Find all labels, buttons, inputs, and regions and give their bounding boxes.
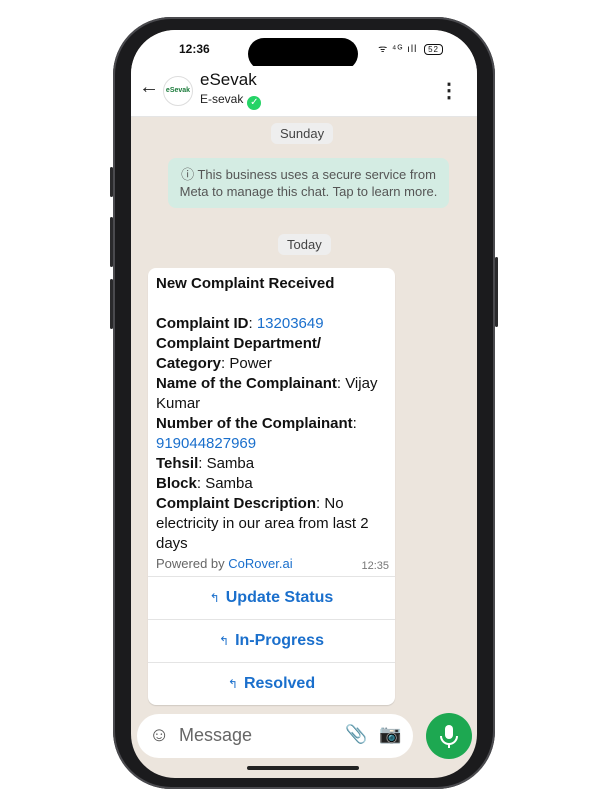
microphone-button[interactable] [426,713,472,759]
phone-screen: 12:36 ᯤ ⁴ᴳ ıll 52 ← eSevak eSevak E-seva… [131,30,477,778]
contact-subtitle: E-sevak ✓ [200,92,262,110]
complainant-number-label: Number of the Complainant [156,415,353,432]
back-arrow-icon[interactable]: ← [139,76,159,99]
reply-icon: ↰ [227,677,238,691]
home-indicator [247,766,359,770]
complainant-number-link[interactable]: 919044827969 [156,435,256,452]
encryption-notice[interactable]: ⓘ This business uses a secure service fr… [168,158,449,208]
quick-reply-label: Update Status [225,589,334,606]
message-title: New Complaint Received [156,275,335,292]
powered-by-text: Powered by [156,556,225,571]
department-value: Power [229,355,272,372]
description-label: Complaint Description [156,495,317,512]
quick-reply-label: In-Progress [235,632,324,649]
contact-name[interactable]: eSevak [200,70,257,90]
complaint-id-label: Complaint ID [156,315,249,332]
status-time: 12:36 [179,42,210,56]
chat-header: ← eSevak eSevak E-sevak ✓ ⋮ [131,66,477,117]
complaint-id-link[interactable]: 13203649 [257,315,324,332]
message-composer[interactable]: ☺ Message 📎 📷 [137,714,413,758]
attach-icon[interactable]: 📎 [345,724,367,745]
camera-icon[interactable]: 📷 [379,724,401,745]
tehsil-label: Tehsil [156,455,199,472]
block-value: Samba [205,475,253,492]
quick-reply-update-status[interactable]: ↰ Update Status [148,576,395,619]
message-input[interactable]: Message [179,725,252,746]
contact-subtitle-text: E-sevak [200,92,244,106]
verified-badge-icon: ✓ [247,96,262,110]
message-body: New Complaint Received Complaint ID: 132… [156,275,378,552]
message-bubble: New Complaint Received Complaint ID: 132… [148,268,395,705]
network-icon: ᯤ ⁴ᴳ ıll [378,44,418,55]
microphone-icon [440,725,458,748]
avatar[interactable]: eSevak [163,76,193,106]
message-time: 12:35 [361,560,389,572]
quick-reply-label: Resolved [243,675,316,692]
corover-link[interactable]: CoRover.ai [228,556,292,571]
battery-icon: 52 [424,44,443,55]
date-separator-today: Today [278,234,331,255]
action-button [110,167,113,197]
quick-reply-in-progress[interactable]: ↰ In-Progress [148,619,395,662]
message-footer: Powered by CoRover.ai 12:35 [148,554,395,576]
powered-by: Powered by CoRover.ai [156,556,293,571]
block-label: Block [156,475,197,492]
power-button [495,257,498,327]
tehsil-value: Samba [206,455,255,472]
reply-icon: ↰ [219,634,230,648]
reply-icon: ↰ [209,591,220,605]
volume-down-button [110,279,113,329]
volume-up-button [110,217,113,267]
emoji-icon[interactable]: ☺ [149,724,169,747]
quick-reply-resolved[interactable]: ↰ Resolved [148,662,395,705]
complainant-name-label: Name of the Complainant [156,375,337,392]
signal-icons: ᯤ ⁴ᴳ ıll 52 [378,41,443,55]
date-separator-sunday: Sunday [271,123,334,144]
more-options-icon[interactable]: ⋮ [439,78,459,103]
status-bar: 12:36 ᯤ ⁴ᴳ ıll 52 [131,30,477,70]
